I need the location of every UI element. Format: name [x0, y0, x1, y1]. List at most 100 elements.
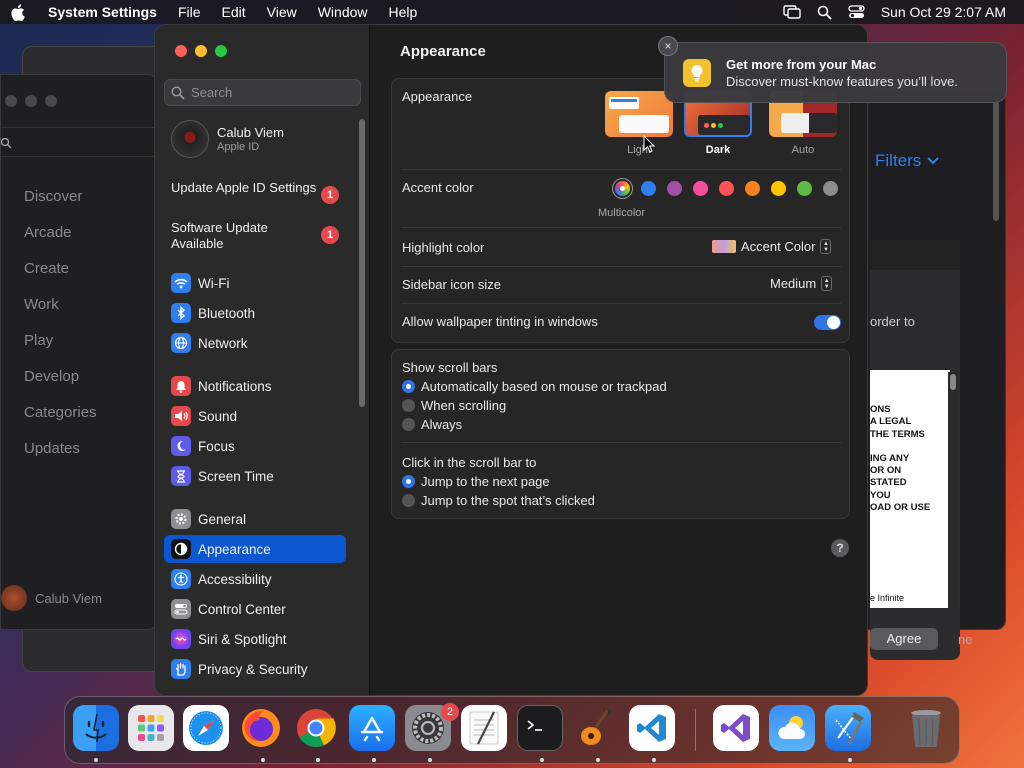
dock-app-store-icon[interactable]	[349, 705, 395, 751]
click-scroll-bar-label: Click in the scroll bar to	[402, 455, 537, 470]
sidebar-item-label: Focus	[198, 438, 235, 454]
sidebar-item-wifi[interactable]: Wi-Fi	[164, 269, 346, 297]
dock-firefox-icon[interactable]	[238, 705, 284, 751]
appearance-light-option[interactable]	[605, 91, 673, 137]
dock-terminal-icon[interactable]	[517, 705, 563, 751]
sidebar-item-control-center[interactable]: Control Center	[164, 595, 346, 623]
sidebar-item-focus[interactable]: Focus	[164, 432, 346, 460]
apple-id-profile[interactable]: Calub Viem Apple ID	[171, 120, 284, 158]
search-input[interactable]	[191, 85, 351, 100]
sidebar: Calub Viem Apple ID Update Apple ID Sett…	[155, 25, 370, 695]
nav-work[interactable]: Work	[24, 287, 97, 323]
bell-icon	[171, 376, 191, 396]
screen-mirroring-icon[interactable]	[783, 5, 801, 19]
close-window-button[interactable]	[175, 45, 187, 57]
sidebar-item-privacy-security[interactable]: Privacy & Security	[164, 655, 346, 683]
accent-red-swatch[interactable]	[719, 181, 734, 196]
license-line: ONS	[870, 404, 891, 415]
license-line: e Infinite	[870, 593, 905, 603]
dialog-text: order to	[870, 314, 915, 329]
tips-notification[interactable]: Get more from your Mac Discover must-kno…	[664, 42, 1007, 103]
sidebar-item-sound[interactable]: Sound	[164, 402, 346, 430]
accent-blue-swatch[interactable]	[641, 181, 656, 196]
scroll-auto-radio[interactable]: Automatically based on mouse or trackpad	[402, 379, 667, 394]
system-settings-window: Calub Viem Apple ID Update Apple ID Sett…	[154, 24, 868, 696]
radio-label: Always	[421, 417, 463, 432]
wallpaper-tinting-toggle[interactable]	[814, 315, 841, 330]
dock-garageband-icon[interactable]	[573, 705, 619, 751]
nav-discover[interactable]: Discover	[24, 179, 97, 215]
sidebar-item-network[interactable]: Network	[164, 329, 346, 357]
speaker-icon	[171, 406, 191, 426]
nav-categories[interactable]: Categories	[24, 395, 97, 431]
dock-chrome-icon[interactable]	[293, 705, 339, 751]
notification-close-button[interactable]: ×	[658, 36, 678, 56]
accent-orange-swatch[interactable]	[745, 181, 760, 196]
dock-textedit-icon[interactable]	[461, 705, 507, 751]
license-dialog: order to ONS A LEGAL THE TERMS ING ANY O…	[870, 240, 972, 660]
software-update-item[interactable]: Software Update Available	[171, 220, 321, 252]
sidebar-item-bluetooth[interactable]: Bluetooth	[164, 299, 346, 327]
dock-xcode-icon[interactable]	[825, 705, 871, 751]
agree-button[interactable]: Agree	[870, 628, 938, 650]
accent-graphite-swatch[interactable]	[823, 181, 838, 196]
edit-menu[interactable]: Edit	[222, 4, 246, 20]
accent-yellow-swatch[interactable]	[771, 181, 786, 196]
nav-arcade[interactable]: Arcade	[24, 215, 97, 251]
accent-multicolor-swatch[interactable]	[615, 181, 630, 196]
sidebar-icon-size-popup[interactable]: Medium ▲ ▼	[770, 276, 833, 291]
nav-updates[interactable]: Updates	[24, 431, 97, 467]
dock-trash-icon[interactable]	[903, 705, 949, 751]
jump-next-page-radio[interactable]: Jump to the next page	[402, 474, 550, 489]
filters-button[interactable]: Filters	[875, 151, 940, 171]
appearance-dark-label: Dark	[705, 144, 731, 156]
sidebar-item-screen-time[interactable]: Screen Time	[164, 462, 346, 490]
spotlight-search-icon[interactable]	[817, 5, 832, 20]
dock-launchpad-icon[interactable]	[128, 705, 174, 751]
update-apple-id-item[interactable]: Update Apple ID Settings	[171, 180, 321, 196]
profile-name: Calub Viem	[217, 125, 284, 140]
sidebar-item-appearance[interactable]: Appearance	[164, 535, 346, 563]
highlight-color-label: Highlight color	[402, 240, 485, 255]
sidebar-search[interactable]	[164, 79, 361, 106]
dock-visual-studio-icon[interactable]	[713, 705, 759, 751]
app-store-search[interactable]	[1, 127, 159, 157]
dock-vscode-icon[interactable]	[629, 705, 675, 751]
scroll-when-scrolling-radio[interactable]: When scrolling	[402, 398, 506, 413]
sidebar-icon-size-label: Sidebar icon size	[402, 277, 501, 292]
file-menu[interactable]: File	[178, 4, 201, 20]
sidebar-item-general[interactable]: General	[164, 505, 346, 533]
help-button[interactable]: ?	[831, 539, 849, 557]
jump-to-spot-radio[interactable]: Jump to the spot that’s clicked	[402, 493, 595, 508]
app-menu[interactable]: System Settings	[48, 4, 157, 20]
sidebar-scrollbar[interactable]	[359, 119, 365, 407]
nav-play[interactable]: Play	[24, 323, 97, 359]
accent-green-swatch[interactable]	[797, 181, 812, 196]
app-store-account[interactable]: Calub Viem	[1, 585, 102, 611]
nav-create[interactable]: Create	[24, 251, 97, 287]
profile-subtitle: Apple ID	[217, 141, 260, 153]
accent-pink-swatch[interactable]	[693, 181, 708, 196]
nav-develop[interactable]: Develop	[24, 359, 97, 395]
zoom-window-button[interactable]	[215, 45, 227, 57]
sidebar-item-notifications[interactable]: Notifications	[164, 372, 346, 400]
minimize-window-button[interactable]	[195, 45, 207, 57]
scrollbar[interactable]	[993, 101, 999, 221]
dock-safari-icon[interactable]	[183, 705, 229, 751]
view-menu[interactable]: View	[267, 4, 297, 20]
window-menu[interactable]: Window	[318, 4, 368, 20]
sidebar-icon-size-value: Medium	[770, 276, 817, 291]
help-menu[interactable]: Help	[389, 4, 418, 20]
license-scrollbar[interactable]	[948, 372, 958, 608]
sidebar-item-accessibility[interactable]: Accessibility	[164, 565, 346, 593]
menubar-clock[interactable]: Sun Oct 29 2:07 AM	[881, 4, 1006, 20]
scroll-always-radio[interactable]: Always	[402, 417, 462, 432]
sidebar-item-label: Control Center	[198, 601, 286, 617]
apple-menu-icon[interactable]	[10, 3, 30, 21]
dock-finder-icon[interactable]	[73, 705, 119, 751]
sidebar-item-siri-spotlight[interactable]: Siri & Spotlight	[164, 625, 346, 653]
dock-weather-icon[interactable]	[769, 705, 815, 751]
accent-purple-swatch[interactable]	[667, 181, 682, 196]
highlight-color-popup[interactable]: Accent Color ▲ ▼	[712, 239, 832, 254]
control-center-icon[interactable]	[848, 5, 865, 19]
